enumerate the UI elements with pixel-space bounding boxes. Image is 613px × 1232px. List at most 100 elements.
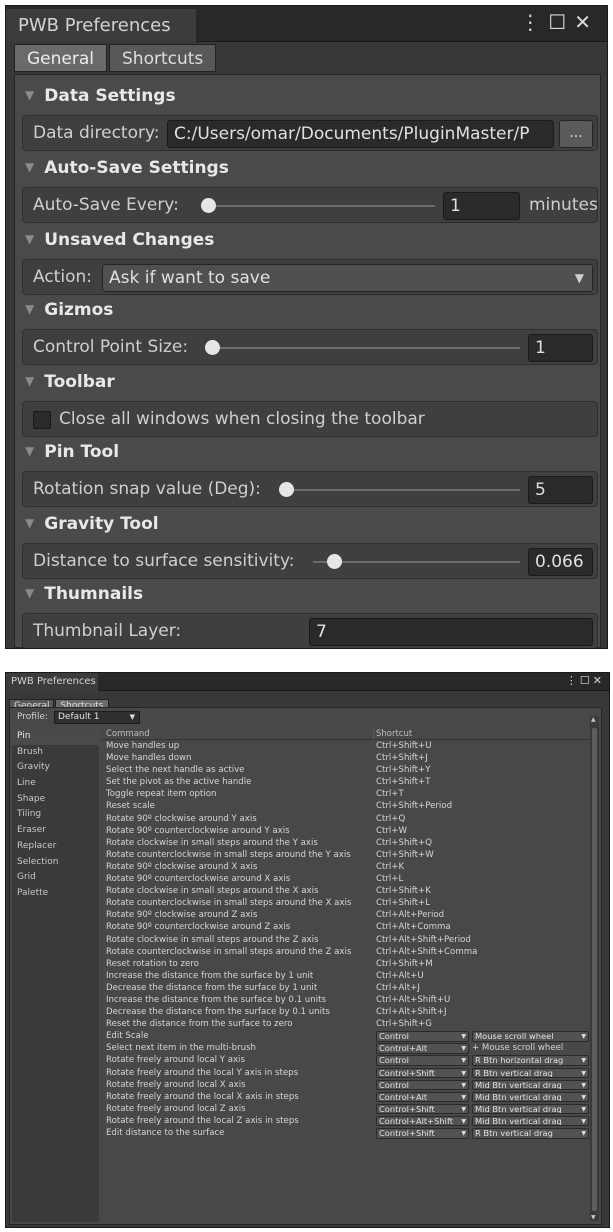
- modifier-dropdown[interactable]: Control+Shift ▼: [376, 1128, 469, 1139]
- shortcut-row[interactable]: Select the next handle as active Ctrl+Shi…: [101, 764, 591, 776]
- rotation-snap-slider[interactable]: [279, 489, 520, 491]
- autosave-minutes-field[interactable]: 1: [443, 192, 520, 220]
- shortcut-row[interactable]: Decrease the distance from the surface b…: [101, 1006, 591, 1018]
- shortcut-value[interactable]: Ctrl+Shift+M: [376, 958, 433, 970]
- control-point-size-slider[interactable]: [205, 347, 520, 349]
- shortcut-row[interactable]: Rotate 90º clockwise around X axis Ctrl+K: [101, 861, 591, 873]
- scrollbar-thumb[interactable]: [592, 728, 597, 1211]
- window-title-tab[interactable]: PWB Preferences: [6, 9, 196, 42]
- shortcut-value[interactable]: Ctrl+Shift+Y: [376, 764, 430, 776]
- maximize-icon[interactable]: ☐: [548, 10, 574, 34]
- maximize-icon[interactable]: ☐: [580, 674, 593, 687]
- modifier-dropdown[interactable]: Control ▼: [376, 1031, 469, 1042]
- window-title-tab[interactable]: PWB Preferences: [6, 673, 98, 691]
- mouse-action-dropdown[interactable]: Mid Btn vertical drag ▼: [472, 1115, 589, 1127]
- thumbnail-layer-field[interactable]: 7: [309, 618, 593, 646]
- tab-general[interactable]: General: [14, 44, 107, 72]
- shortcut-value[interactable]: Ctrl+Alt+J: [376, 982, 420, 994]
- shortcut-row[interactable]: Increase the distance from the surface b…: [101, 970, 591, 982]
- shortcut-value[interactable]: Ctrl+Alt+Shift+J: [376, 1006, 447, 1018]
- shortcut-row[interactable]: Rotate clockwise in small steps around t…: [101, 837, 591, 849]
- shortcut-row[interactable]: Rotate 90º counterclockwise around Z axi…: [101, 921, 591, 933]
- more-options-icon[interactable]: ⋮: [566, 674, 580, 687]
- modifier-dropdown[interactable]: Control+Alt+Shift ▼: [376, 1115, 469, 1127]
- shortcut-value[interactable]: Ctrl+Alt+Comma: [376, 921, 451, 933]
- scroll-down-icon[interactable]: ▼: [591, 1214, 596, 1221]
- category-item-tiling[interactable]: Tiling: [12, 807, 99, 823]
- shortcut-value[interactable]: Ctrl+K: [376, 861, 404, 873]
- command-column-header[interactable]: Command: [106, 729, 150, 740]
- control-point-size-handle[interactable]: [205, 340, 220, 355]
- vertical-scrollbar[interactable]: ▲ ▼: [590, 716, 599, 1221]
- autosave-slider-handle[interactable]: [201, 198, 216, 213]
- action-dropdown[interactable]: Ask if want to save ▼: [102, 264, 593, 292]
- shortcut-value[interactable]: Ctrl+Shift+U: [376, 740, 432, 752]
- shortcut-row[interactable]: Rotate clockwise in small steps around t…: [101, 934, 591, 946]
- data-directory-field[interactable]: C:/Users/omar/Documents/PluginMaster/P: [167, 120, 554, 148]
- section-data-settings[interactable]: ▼ Data Settings: [25, 81, 176, 109]
- shortcut-value[interactable]: Ctrl+Alt+Shift+Comma: [376, 946, 477, 958]
- surface-sensitivity-slider[interactable]: [313, 561, 520, 563]
- shortcut-value[interactable]: Ctrl+T: [376, 788, 404, 800]
- mouse-action-dropdown[interactable]: Mouse scroll wheel ▼: [472, 1031, 589, 1042]
- scroll-up-icon[interactable]: ▲: [591, 716, 596, 723]
- mouse-action-dropdown[interactable]: Mid Btn vertical drag ▼: [472, 1091, 589, 1103]
- shortcut-row[interactable]: Reset scale Ctrl+Shift+Period: [101, 800, 591, 812]
- shortcut-value[interactable]: Ctrl+Shift+L: [376, 897, 430, 909]
- profile-dropdown[interactable]: Default 1 ▼: [54, 711, 140, 724]
- category-item-palette[interactable]: Palette: [12, 886, 99, 902]
- section-toolbar[interactable]: ▼ Toolbar: [25, 367, 115, 395]
- shortcut-row[interactable]: Reset rotation to zero Ctrl+Shift+M: [101, 958, 591, 970]
- category-item-replacer[interactable]: Replacer: [12, 839, 99, 855]
- modifier-dropdown[interactable]: Control+Shift ▼: [376, 1103, 469, 1115]
- shortcut-value[interactable]: Ctrl+L: [376, 873, 403, 885]
- control-point-size-field[interactable]: 1: [528, 334, 593, 362]
- category-item-eraser[interactable]: Eraser: [12, 823, 99, 839]
- shortcut-value[interactable]: Ctrl+Shift+G: [376, 1018, 432, 1030]
- shortcut-row[interactable]: Move handles down Ctrl+Shift+J: [101, 752, 591, 764]
- shortcut-row[interactable]: Decrease the distance from the surface b…: [101, 982, 591, 994]
- shortcut-row[interactable]: Rotate 90º counterclockwise around X axi…: [101, 873, 591, 885]
- mouse-action-dropdown[interactable]: Mid Btn vertical drag ▼: [472, 1103, 589, 1115]
- browse-button[interactable]: ...: [559, 120, 593, 148]
- shortcut-value[interactable]: Ctrl+Q: [376, 813, 405, 825]
- shortcut-row[interactable]: Rotate clockwise in small steps around t…: [101, 885, 591, 897]
- section-gravity-tool[interactable]: ▼ Gravity Tool: [25, 509, 159, 537]
- rotation-snap-field[interactable]: 5: [528, 476, 593, 504]
- shortcut-row[interactable]: Rotate counterclockwise in small steps a…: [101, 897, 591, 909]
- close-windows-checkbox[interactable]: [33, 411, 51, 429]
- more-options-icon[interactable]: ⋮: [520, 10, 548, 34]
- close-icon[interactable]: ✕: [593, 674, 605, 687]
- shortcut-row[interactable]: Move handles up Ctrl+Shift+U: [101, 740, 591, 752]
- mouse-action-dropdown[interactable]: R Btn vertical drag ▼: [472, 1128, 589, 1139]
- shortcut-value[interactable]: Ctrl+Shift+J: [376, 752, 428, 764]
- mouse-action-dropdown[interactable]: R Btn vertical drag ▼: [472, 1067, 589, 1079]
- autosave-slider[interactable]: [201, 205, 435, 207]
- mouse-action-dropdown[interactable]: R Btn horizontal drag ▼: [472, 1055, 589, 1066]
- modifier-dropdown[interactable]: Control+Shift ▼: [376, 1067, 469, 1079]
- shortcut-value[interactable]: Ctrl+Alt+Shift+U: [376, 994, 450, 1006]
- shortcut-row[interactable]: Rotate counterclockwise in small steps a…: [101, 946, 591, 958]
- modifier-dropdown[interactable]: Control+Alt ▼: [376, 1091, 469, 1103]
- shortcut-row[interactable]: Set the pivot as the active handle Ctrl+S…: [101, 776, 591, 788]
- rotation-snap-handle[interactable]: [279, 482, 294, 497]
- section-pin-tool[interactable]: ▼ Pin Tool: [25, 437, 119, 465]
- section-autosave-settings[interactable]: ▼ Auto-Save Settings: [25, 153, 229, 181]
- section-unsaved-changes[interactable]: ▼ Unsaved Changes: [25, 225, 214, 253]
- category-item-shape[interactable]: Shape: [12, 792, 99, 808]
- shortcut-column-header[interactable]: Shortcut: [376, 729, 412, 740]
- shortcut-value[interactable]: Ctrl+Shift+T: [376, 776, 430, 788]
- category-item-gravity[interactable]: Gravity: [12, 760, 99, 776]
- shortcut-row[interactable]: Rotate counterclockwise in small steps a…: [101, 849, 591, 861]
- mouse-action-dropdown[interactable]: Mid Btn vertical drag ▼: [472, 1079, 589, 1091]
- section-gizmos[interactable]: ▼ Gizmos: [25, 295, 113, 323]
- surface-sensitivity-field[interactable]: 0.066: [528, 548, 593, 576]
- modifier-dropdown[interactable]: Control ▼: [376, 1055, 469, 1066]
- shortcut-row[interactable]: Toggle repeat item option Ctrl+T: [101, 788, 591, 800]
- shortcut-value[interactable]: Ctrl+Shift+W: [376, 849, 434, 861]
- tab-shortcuts[interactable]: Shortcuts: [109, 44, 217, 72]
- shortcut-row[interactable]: Increase the distance from the surface b…: [101, 994, 591, 1006]
- shortcut-value[interactable]: Ctrl+Shift+Q: [376, 837, 432, 849]
- column-divider[interactable]: [373, 729, 374, 740]
- shortcut-row[interactable]: Rotate 90º clockwise around Z axis Ctrl+A…: [101, 909, 591, 921]
